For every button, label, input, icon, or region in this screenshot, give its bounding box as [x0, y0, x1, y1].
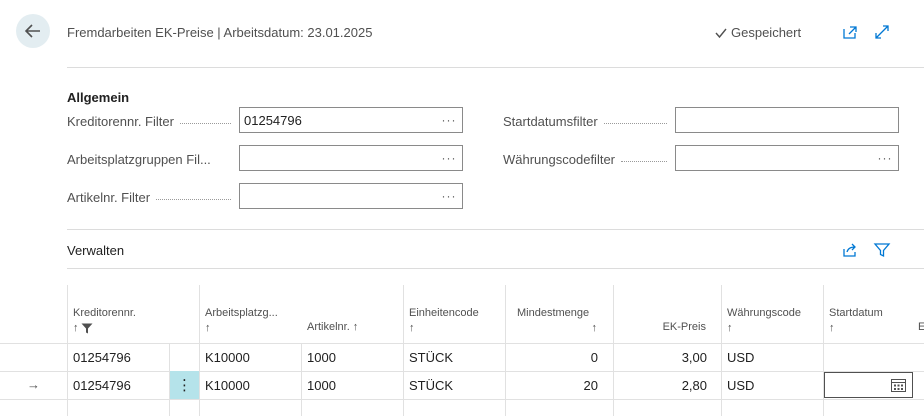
currency-filter-label: Währungscodefilter [503, 150, 673, 168]
item-filter-label: Artikelnr. Filter [67, 188, 237, 206]
saved-label: Gespeichert [731, 25, 802, 40]
header-divider [67, 67, 924, 68]
column-header-vendor-label: Kreditorennr. [73, 307, 136, 319]
manage-action-label[interactable]: Verwalten [67, 243, 124, 258]
vendor-filter-label-text: Kreditorennr. Filter [67, 113, 174, 129]
filter-icon [873, 243, 891, 258]
sort-ascending-icon: ↑ [205, 322, 211, 334]
vendor-filter-value: 01254796 [244, 112, 302, 128]
column-header-start-date-label: Startdatum [829, 307, 883, 319]
row-actions-menu-button[interactable]: ⋮ [170, 371, 199, 399]
cell-price[interactable]: 3,00 [613, 350, 707, 365]
filter-pane-button[interactable] [872, 240, 892, 260]
saved-status: Gespeichert [714, 25, 801, 40]
manage-divider [67, 268, 924, 269]
cell-work-center[interactable]: K10000 [205, 378, 250, 393]
column-header-truncated[interactable]: E [918, 321, 924, 333]
cell-item[interactable]: 1000 [307, 378, 336, 393]
item-filter-field[interactable]: ··· [239, 183, 463, 209]
currency-filter-field[interactable]: ··· [675, 145, 899, 171]
column-header-min-qty[interactable]: Mindestmenge ↑ [517, 307, 597, 334]
column-header-currency-label: Währungscode [727, 307, 801, 319]
column-header-work-center-group[interactable]: Arbeitsplatzg... ↑ [205, 307, 278, 334]
sort-ascending-icon: ↑ [352, 321, 359, 333]
column-header-min-qty-label: Mindestmenge [517, 307, 590, 319]
sort-ascending-icon: ↑ [409, 322, 415, 334]
sort-ascending-icon: ↑ [829, 322, 835, 334]
sort-ascending-icon: ↑ [73, 322, 79, 334]
price-grid: Kreditorennr. ↑ Arbeitsplatzg... ↑ Artik… [0, 285, 924, 416]
column-header-currency[interactable]: Währungscode ↑ [727, 307, 801, 334]
table-row[interactable]: 01254796 K10000 1000 STÜCK 0 3,00 USD [0, 343, 924, 371]
section-title-general: Allgemein [67, 90, 130, 105]
page-title: Fremdarbeiten EK-Preise | Arbeitsdatum: … [67, 25, 373, 40]
work-center-group-filter-label-text: Arbeitsplatzgruppen Fil... [67, 151, 211, 167]
currency-filter-label-text: Währungscodefilter [503, 151, 615, 167]
back-arrow-icon [24, 24, 40, 38]
work-center-group-filter-label: Arbeitsplatzgruppen Fil... [67, 150, 237, 168]
table-row-selected[interactable]: → 01254796 ⋮ K10000 1000 STÜCK 20 2,80 U… [0, 371, 924, 399]
open-in-new-window-button[interactable] [840, 22, 860, 42]
column-filter-icon [81, 323, 92, 333]
cell-currency[interactable]: USD [727, 378, 754, 393]
checkmark-icon [715, 28, 727, 38]
column-header-unit[interactable]: Einheitencode ↑ [409, 307, 479, 334]
back-button[interactable] [16, 14, 50, 48]
section-divider [67, 229, 924, 230]
start-date-filter-label-text: Startdatumsfilter [503, 113, 598, 129]
cell-unit[interactable]: STÜCK [409, 350, 453, 365]
column-header-item[interactable]: Artikelnr. ↑ [307, 321, 358, 333]
column-header-vendor[interactable]: Kreditorennr. ↑ [73, 307, 136, 334]
sort-ascending-icon: ↑ [727, 322, 733, 334]
column-header-item-label: Artikelnr. [307, 321, 350, 333]
calendar-icon[interactable] [891, 378, 906, 392]
currency-filter-lookup-button[interactable]: ··· [872, 151, 898, 165]
cell-item[interactable]: 1000 [307, 350, 336, 365]
cell-price[interactable]: 2,80 [613, 378, 707, 393]
cell-vendor[interactable]: 01254796 [73, 350, 131, 365]
cell-min-qty[interactable]: 0 [505, 350, 598, 365]
cell-vendor[interactable]: 01254796 [73, 378, 131, 393]
work-center-group-filter-lookup-button[interactable]: ··· [436, 151, 462, 165]
vendor-filter-field[interactable]: 01254796 ··· [239, 107, 463, 133]
share-icon [843, 243, 856, 257]
work-center-group-filter-field[interactable]: ··· [239, 145, 463, 171]
vendor-filter-label: Kreditorennr. Filter [67, 112, 237, 130]
start-date-filter-label: Startdatumsfilter [503, 112, 673, 130]
column-header-price-label: EK-Preis [662, 321, 706, 333]
expand-icon [875, 25, 889, 39]
item-filter-label-text: Artikelnr. Filter [67, 189, 151, 205]
current-row-arrow-icon: → [27, 377, 40, 392]
start-date-filter-field[interactable] [675, 107, 899, 133]
column-header-unit-label: Einheitencode [409, 307, 479, 319]
column-header-start-date[interactable]: Startdatum ↑ [829, 307, 883, 334]
vendor-filter-lookup-button[interactable]: ··· [436, 113, 462, 127]
open-in-new-window-icon [843, 26, 857, 39]
share-button[interactable] [840, 240, 860, 260]
column-header-truncated-label: E [918, 321, 924, 333]
expand-button[interactable] [872, 22, 892, 42]
cell-min-qty[interactable]: 20 [505, 378, 598, 393]
cell-work-center[interactable]: K10000 [205, 350, 250, 365]
column-header-work-center-group-label: Arbeitsplatzg... [205, 307, 278, 319]
item-filter-lookup-button[interactable]: ··· [436, 189, 462, 203]
column-header-price[interactable]: EK-Preis [619, 321, 706, 333]
start-date-input[interactable] [824, 372, 913, 398]
cell-unit[interactable]: STÜCK [409, 378, 453, 393]
cell-currency[interactable]: USD [727, 350, 754, 365]
sort-ascending-icon: ↑ [591, 322, 598, 334]
table-row-new[interactable] [0, 399, 924, 416]
